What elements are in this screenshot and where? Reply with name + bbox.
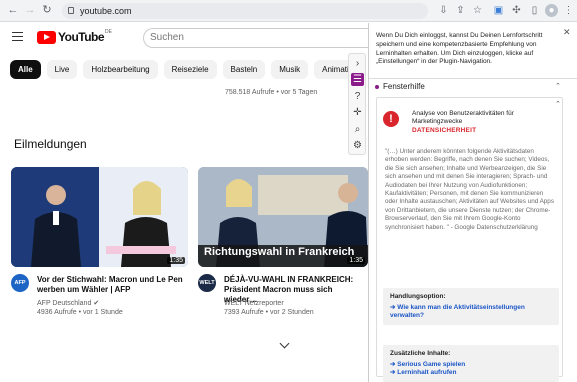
search-input[interactable]: Suchen [143, 28, 368, 48]
url-text: youtube.com [80, 6, 132, 16]
video-meta: 758.518 Aufrufe • vor 5 Tagen [225, 89, 318, 96]
serious-game-link[interactable]: ➔ Serious Game spielen [390, 361, 552, 369]
video-duration: 1:35 [167, 257, 185, 264]
chip-basteln[interactable]: Basteln [222, 60, 266, 79]
close-icon[interactable]: ✕ [563, 27, 571, 38]
video-views-age: 4936 Aufrufe • vor 1 Stunde [37, 309, 123, 316]
youtube-header: YouTube DE Suchen [0, 23, 368, 53]
youtube-play-icon [37, 30, 56, 44]
thumbnail-image [11, 167, 188, 267]
verified-icon: ✔ [93, 300, 100, 307]
quote-text: "(…) Unter anderem könnten folgende Akti… [385, 148, 554, 231]
thumbnail-caption: Richtungswahl in Frankreich [204, 246, 355, 258]
more-menu-icon[interactable]: ⋮ [562, 4, 575, 17]
channel-name[interactable]: AFP Deutschland ✔ [37, 299, 123, 308]
section-bullet-icon [375, 85, 379, 89]
login-hint: Wenn Du Dich einloggst, kannst Du Deinen… [376, 32, 543, 66]
video-title-line: Vor der Stichwahl: Macron und Le Pen [37, 275, 183, 284]
category-tag: DATENSICHERHEIT [412, 127, 477, 134]
chevron-up-icon[interactable]: ⌃ [555, 82, 561, 90]
logo-country: DE [105, 29, 112, 35]
video-channel-meta: AFP Deutschland ✔ 4936 Aufrufe • vor 1 S… [37, 299, 123, 317]
action-link[interactable]: ➔ Wie kann man die Aktivitätseinstellung… [390, 304, 552, 320]
chevron-down-icon[interactable] [279, 338, 290, 349]
profile-avatar-icon[interactable]: ● [545, 4, 558, 17]
reload-icon[interactable]: ↻ [40, 3, 54, 17]
learning-content-link[interactable]: ➔ Lerninhalt aufrufen [390, 369, 552, 377]
divider [369, 78, 577, 79]
menu-icon[interactable] [12, 32, 23, 41]
address-bar[interactable]: youtube.com [62, 3, 428, 19]
channel-avatar[interactable]: AFP [11, 274, 29, 292]
section-label[interactable]: Fensterhilfe [383, 82, 425, 91]
extra-heading: Zusätzliche Inhalte: [390, 350, 451, 357]
channel-name-text: AFP Deutschland [37, 300, 92, 307]
video-title-line: werben um Wähler | AFP [37, 285, 131, 294]
warning-icon: ! [383, 111, 399, 127]
share-icon[interactable]: ⇪ [454, 4, 467, 17]
bookmark-star-icon[interactable]: ☆ [471, 4, 484, 17]
move-icon[interactable]: ✛ [351, 106, 364, 119]
chip-holzbearbeitung[interactable]: Holzbearbeitung [83, 60, 158, 79]
forward-arrow-icon[interactable]: → [23, 3, 37, 17]
chip-live[interactable]: Live [46, 60, 78, 79]
search-icon[interactable]: ⌕ [351, 123, 364, 136]
chip-reiseziele[interactable]: Reiseziele [163, 60, 217, 79]
video-duration: 1:35 [347, 257, 365, 264]
plugin-toolbar: › ☰ ? ✛ ⌕ ⚙ [348, 53, 366, 155]
extra-box: Zusätzliche Inhalte: ➔ Serious Game spie… [383, 345, 559, 382]
sidebar-icon[interactable]: ▯ [528, 4, 541, 17]
chevron-right-icon[interactable]: › [351, 57, 364, 70]
extensions-puzzle-icon[interactable]: ✣ [510, 4, 523, 17]
filter-chips: Alle Live Holzbearbeitung Reiseziele Bas… [10, 60, 357, 79]
browser-toolbar: ← → ↻ youtube.com ⇩ ⇪ ☆ ▣ ✣ ▯ ● ⋮ [0, 0, 577, 22]
video-channel-meta: WELT Netzreporter 7393 Aufrufe • vor 2 S… [224, 299, 314, 317]
video-views-age: 7393 Aufrufe • vor 2 Stunden [224, 309, 314, 316]
logo-text: YouTube [58, 30, 105, 44]
channel-name[interactable]: WELT Netzreporter [224, 299, 314, 308]
chip-musik[interactable]: Musik [271, 60, 309, 79]
plugin-extension-icon[interactable]: ▣ [492, 4, 505, 17]
video-thumbnail[interactable]: Richtungswahl in Frankreich 1:35 [198, 167, 368, 267]
help-icon[interactable]: ? [351, 90, 364, 103]
chip-alle[interactable]: Alle [10, 60, 41, 79]
section-title: Eilmeldungen [14, 137, 87, 151]
channel-avatar[interactable]: WELT [198, 274, 216, 292]
collapse-chevron-icon[interactable]: ⌃ [555, 100, 561, 108]
video-title-line: DÉJÀ-VU-WAHL IN FRANKREICH: [224, 275, 354, 284]
install-icon[interactable]: ⇩ [437, 4, 450, 17]
youtube-logo[interactable]: YouTube DE [37, 29, 112, 44]
back-arrow-icon[interactable]: ← [6, 3, 20, 17]
video-thumbnail[interactable]: 1:35 [11, 167, 188, 267]
action-box: Handlungsoption: ➔ Wie kann man die Akti… [383, 288, 559, 325]
plugin-panel: ✕ Wenn Du Dich einloggst, kannst Du Dein… [368, 23, 577, 382]
video-title[interactable]: Vor der Stichwahl: Macron und Le Pen wer… [37, 275, 187, 295]
lock-icon [68, 7, 74, 14]
settings-gear-icon[interactable]: ⚙ [351, 139, 364, 152]
action-heading: Handlungsoption: [390, 293, 446, 300]
list-icon[interactable]: ☰ [351, 73, 364, 86]
card-title: Analyse von Benutzeraktivitäten für Mark… [412, 110, 514, 125]
info-card: ⌃ ! Analyse von Benutzeraktivitäten für … [376, 97, 563, 382]
